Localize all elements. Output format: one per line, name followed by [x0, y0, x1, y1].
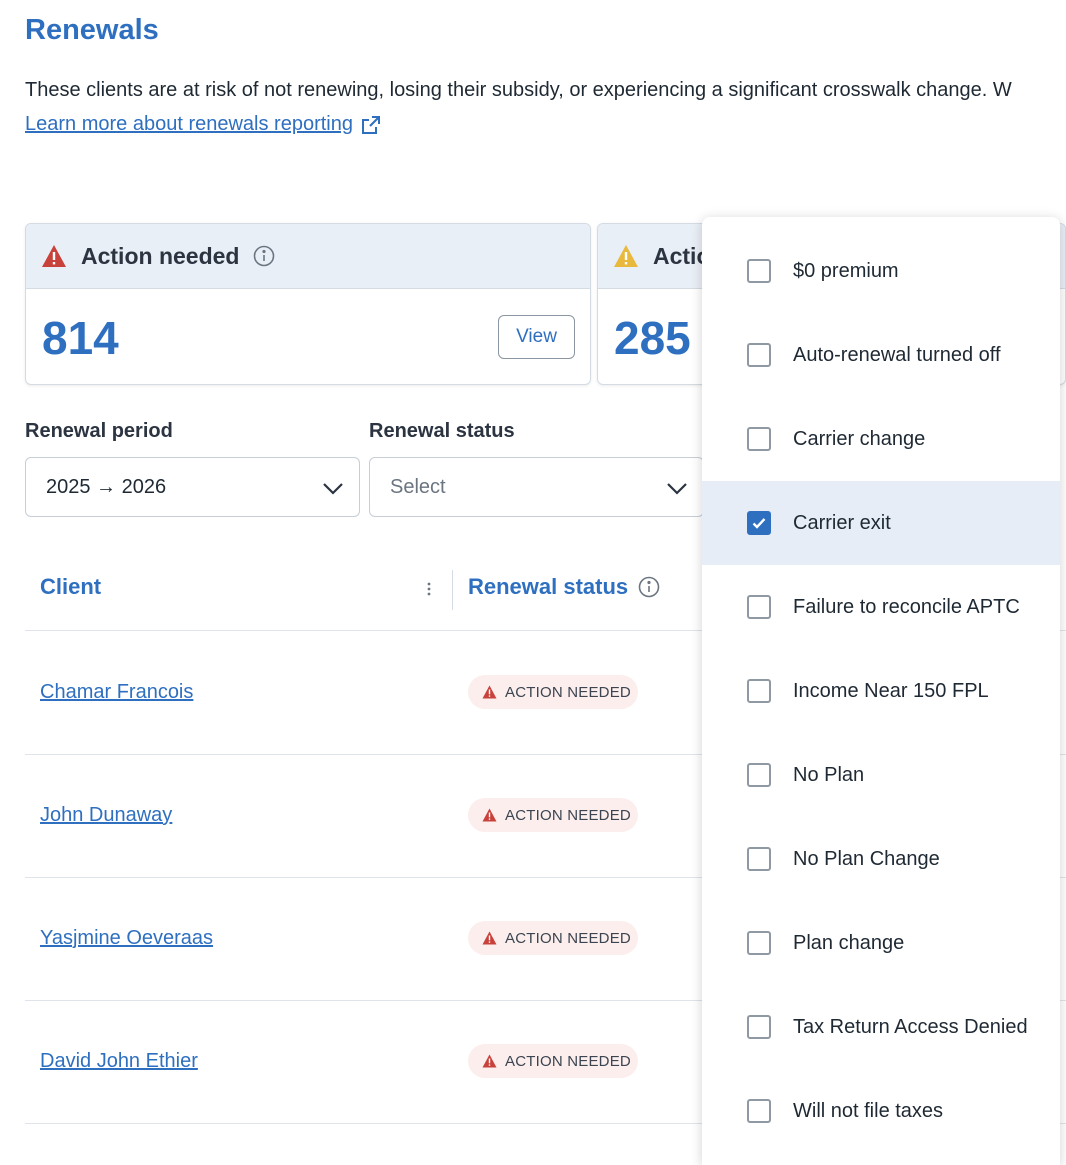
- status-badge-label: ACTION NEEDED: [505, 806, 631, 824]
- option-no-plan-change[interactable]: No Plan Change: [702, 817, 1060, 901]
- warning-red-icon: [41, 244, 67, 268]
- checkbox-checked[interactable]: [747, 511, 771, 535]
- warning-red-icon: [482, 685, 497, 699]
- card-2-count: 285: [614, 312, 691, 364]
- option-label: No Plan: [793, 763, 865, 786]
- page-title: Renewals: [25, 14, 159, 46]
- option-will-not-file-taxes[interactable]: Will not file taxes: [702, 1069, 1060, 1153]
- warning-red-icon: [482, 1054, 497, 1068]
- option-0-premium[interactable]: $0 premium: [702, 229, 1060, 313]
- checkbox[interactable]: [747, 259, 771, 283]
- chevron-down-icon: [323, 483, 343, 495]
- client-link[interactable]: David John Ethier: [40, 1050, 198, 1073]
- card-title: Action needed: [81, 242, 240, 269]
- checkbox[interactable]: [747, 1099, 771, 1123]
- checkbox[interactable]: [747, 595, 771, 619]
- checkmark-icon: [752, 518, 766, 529]
- option-label: Carrier change: [793, 427, 926, 450]
- status-badge: ACTION NEEDED: [468, 798, 638, 832]
- option-label: Failure to reconcile APTC: [793, 595, 1020, 618]
- renewal-status-label: Renewal status: [369, 420, 515, 442]
- renewal-status-placeholder: Select: [390, 475, 446, 498]
- option-income-near-150-fpl[interactable]: Income Near 150 FPL: [702, 649, 1060, 733]
- learn-more-link[interactable]: Learn more about renewals reporting: [25, 113, 381, 136]
- chevron-down-icon: [667, 483, 687, 495]
- info-icon[interactable]: [253, 245, 275, 267]
- option-label: Carrier exit: [793, 511, 891, 534]
- learn-more-label: Learn more about renewals reporting: [25, 113, 353, 135]
- status-badge-label: ACTION NEEDED: [505, 929, 631, 947]
- client-link[interactable]: Chamar Francois: [40, 681, 193, 704]
- action-needed-card: Action needed 814 View: [25, 223, 591, 385]
- status-badge-label: ACTION NEEDED: [505, 1052, 631, 1070]
- option-tax-return-access-denied[interactable]: Tax Return Access Denied: [702, 985, 1060, 1069]
- option-label: Auto-renewal turned off: [793, 343, 1001, 366]
- column-header-renewal-status-label: Renewal status: [468, 574, 629, 599]
- checkbox[interactable]: [747, 343, 771, 367]
- card-header: Action needed: [26, 224, 590, 289]
- action-needed-count: 814: [42, 312, 119, 364]
- info-icon[interactable]: [638, 576, 660, 598]
- status-badge: ACTION NEEDED: [468, 921, 638, 955]
- renewal-period-label: Renewal period: [25, 420, 173, 442]
- renewal-period-select[interactable]: 2025 → 2026: [25, 457, 360, 517]
- option-no-plan[interactable]: No Plan: [702, 733, 1060, 817]
- checkbox[interactable]: [747, 427, 771, 451]
- status-badge: ACTION NEEDED: [468, 1044, 638, 1078]
- renewal-status-dropdown: $0 premium Auto-renewal turned off Carri…: [702, 217, 1060, 1165]
- option-carrier-change[interactable]: Carrier change: [702, 397, 1060, 481]
- option-plan-change[interactable]: Plan change: [702, 901, 1060, 985]
- column-menu-icon[interactable]: [424, 580, 434, 598]
- client-link[interactable]: John Dunaway: [40, 804, 172, 827]
- option-carrier-exit[interactable]: Carrier exit: [702, 481, 1060, 565]
- option-label: $0 premium: [793, 259, 899, 282]
- option-label: No Plan Change: [793, 847, 940, 870]
- intro-text: These clients are at risk of not renewin…: [25, 79, 1012, 101]
- client-link[interactable]: Yasjmine Oeveraas: [40, 927, 213, 950]
- external-link-icon: [361, 115, 380, 134]
- option-auto-renewal-turned-off[interactable]: Auto-renewal turned off: [702, 313, 1060, 397]
- renewal-period-value: 2025 → 2026: [46, 475, 167, 498]
- checkbox[interactable]: [747, 763, 771, 787]
- status-badge: ACTION NEEDED: [468, 675, 638, 709]
- checkbox[interactable]: [747, 1015, 771, 1039]
- column-divider: [452, 570, 453, 610]
- column-header-renewal-status[interactable]: Renewal status: [468, 574, 660, 600]
- option-label: Income Near 150 FPL: [793, 679, 989, 702]
- column-header-client-label: Client: [40, 574, 102, 599]
- checkbox[interactable]: [747, 679, 771, 703]
- column-header-client[interactable]: Client: [40, 574, 101, 600]
- option-failure-to-reconcile-aptc[interactable]: Failure to reconcile APTC: [702, 565, 1060, 649]
- status-badge-label: ACTION NEEDED: [505, 683, 631, 701]
- renewal-status-select[interactable]: Select: [369, 457, 704, 517]
- checkbox[interactable]: [747, 931, 771, 955]
- warning-red-icon: [482, 808, 497, 822]
- warning-red-icon: [482, 931, 497, 945]
- option-label: Tax Return Access Denied: [793, 1015, 1028, 1038]
- option-label: Will not file taxes: [793, 1099, 944, 1122]
- option-label: Plan change: [793, 931, 905, 954]
- view-button[interactable]: View: [498, 315, 575, 359]
- warning-yellow-icon: [613, 244, 639, 268]
- checkbox[interactable]: [747, 847, 771, 871]
